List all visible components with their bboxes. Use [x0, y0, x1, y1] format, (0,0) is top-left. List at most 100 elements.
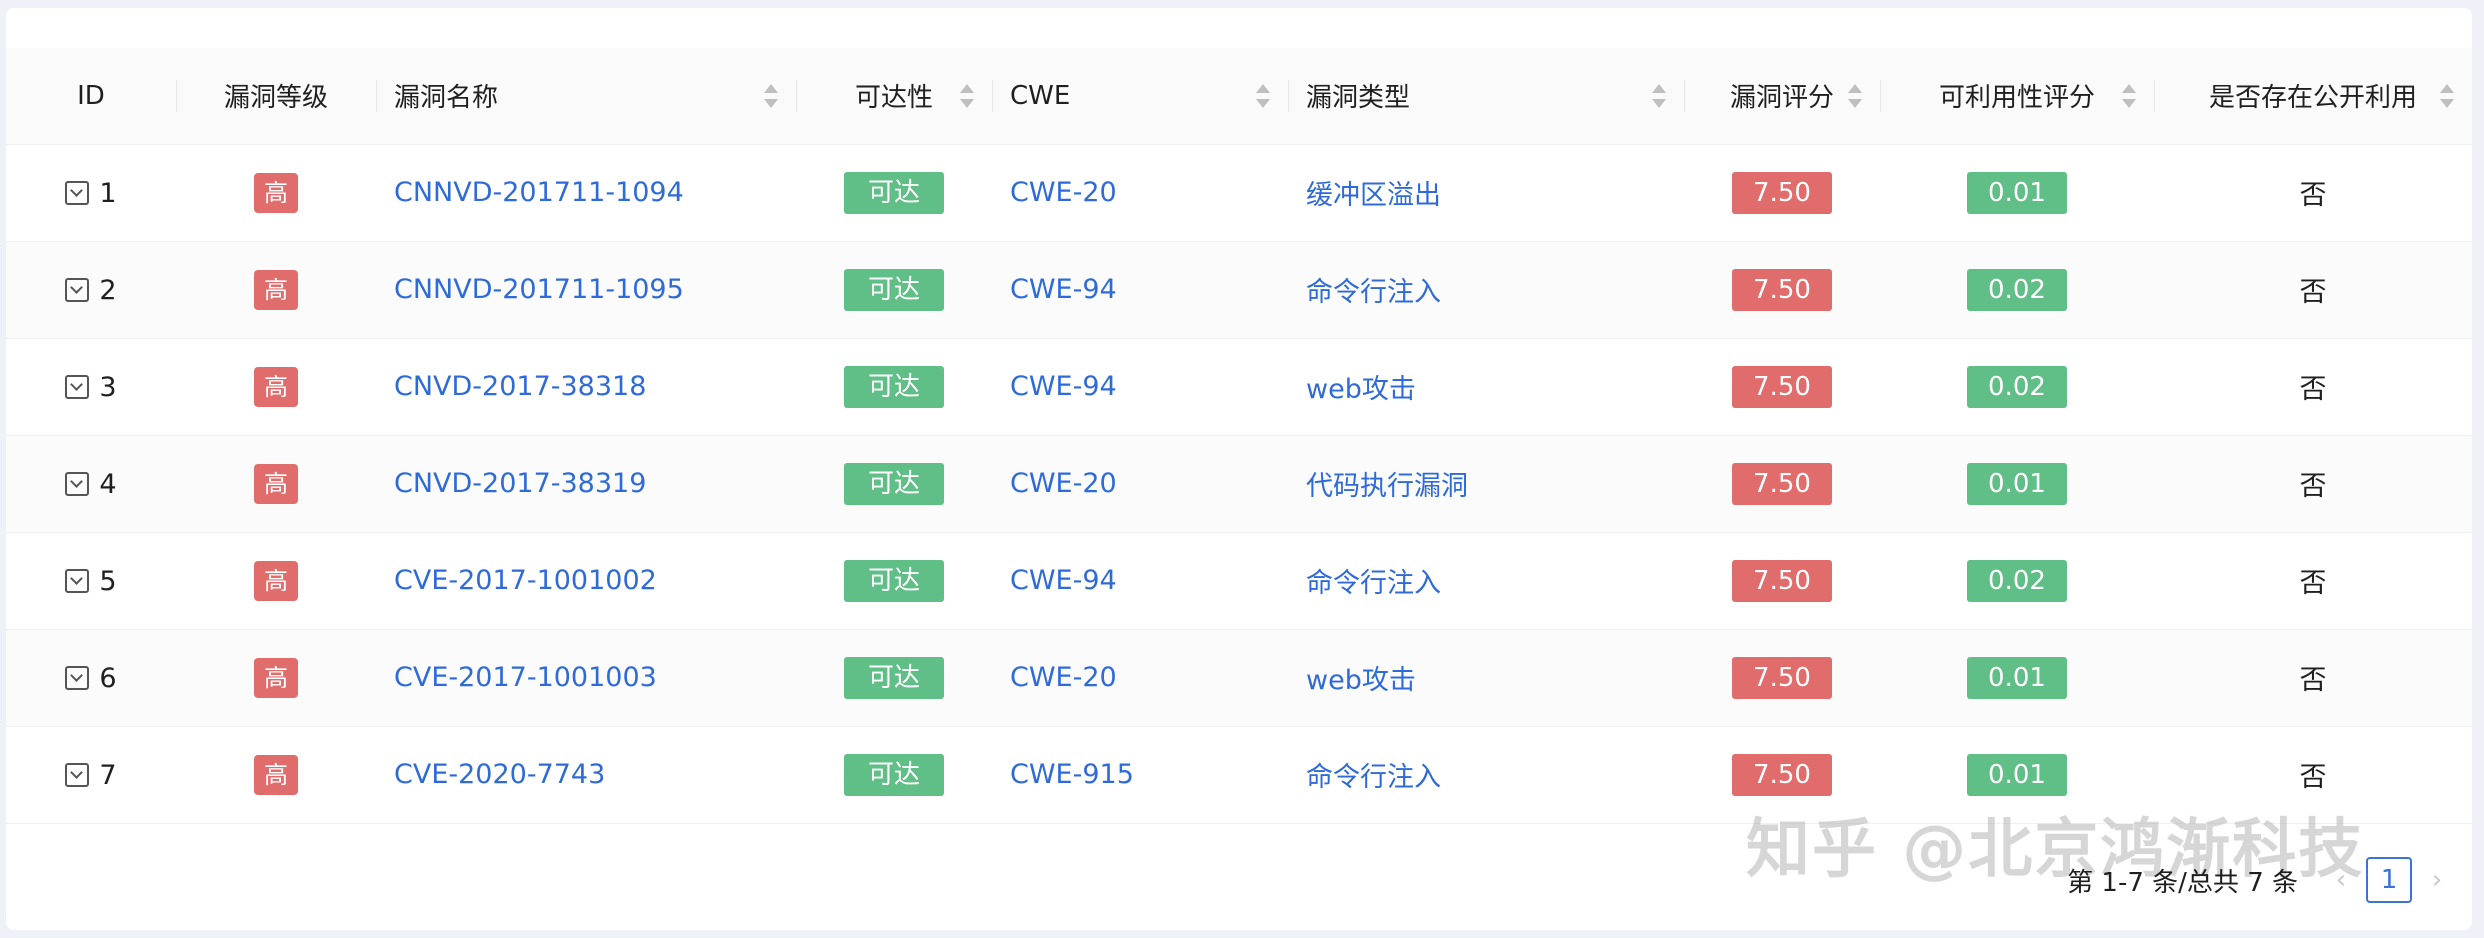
vuln-type-link[interactable]: web攻击	[1306, 374, 1416, 405]
cwe-link[interactable]: CWE-20	[1010, 662, 1117, 693]
sort-caret-icon[interactable]	[1256, 83, 1270, 108]
cwe-link[interactable]: CWE-915	[1010, 759, 1134, 790]
table-row: 5 高 CVE-2017-1001002 可达 CWE-94 命令行注入 7.5…	[6, 532, 2472, 629]
exploit-score-tag: 0.02	[1967, 559, 2067, 602]
next-page-icon[interactable]: ›	[2422, 865, 2452, 895]
expand-row-icon[interactable]	[65, 666, 90, 690]
vulnerability-table-card: ID 漏洞等级 漏洞名称 可达性 CWE 漏洞类型 漏洞评分 可利用性评分 是否…	[6, 8, 2472, 930]
sort-caret-icon[interactable]	[1848, 83, 1862, 108]
cell-exploit-score: 0.02	[1880, 532, 2154, 629]
level-badge: 高	[254, 269, 298, 310]
vuln-type-link[interactable]: 代码执行漏洞	[1306, 471, 1468, 502]
sort-caret-icon[interactable]	[960, 83, 974, 108]
vuln-name-link[interactable]: CVE-2020-7743	[394, 759, 605, 790]
vuln-name-link[interactable]: CNNVD-201711-1095	[394, 274, 684, 305]
sort-caret-icon[interactable]	[764, 83, 778, 108]
sort-caret-icon[interactable]	[2122, 83, 2136, 108]
level-badge: 高	[254, 754, 298, 795]
reach-tag: 可达	[844, 365, 944, 408]
column-header-public[interactable]: 是否存在公开利用	[2154, 48, 2472, 145]
column-header-score[interactable]: 漏洞评分	[1684, 48, 1880, 145]
cell-public: 否	[2299, 665, 2327, 696]
cell-exploit-score: 0.01	[1880, 435, 2154, 532]
sort-caret-icon[interactable]	[1652, 83, 1666, 108]
cell-level: 高	[176, 241, 376, 338]
cell-id: 1	[6, 144, 176, 241]
expand-row-icon[interactable]	[65, 472, 90, 496]
vuln-name-link[interactable]: CVE-2017-1001002	[394, 565, 657, 596]
cwe-link[interactable]: CWE-94	[1010, 274, 1117, 305]
vuln-type-link[interactable]: 命令行注入	[1306, 762, 1441, 793]
exploit-score-tag: 0.01	[1967, 753, 2067, 796]
cell-id: 5	[6, 532, 176, 629]
expand-row-icon[interactable]	[65, 375, 90, 399]
cell-name: CVE-2017-1001003	[376, 629, 796, 726]
cell-type: web攻击	[1288, 629, 1684, 726]
reach-tag: 可达	[844, 268, 944, 311]
cell-cwe: CWE-94	[992, 532, 1288, 629]
cwe-link[interactable]: CWE-20	[1010, 468, 1117, 499]
column-header-exploit-score[interactable]: 可利用性评分	[1880, 48, 2154, 145]
cell-score: 7.50	[1684, 241, 1880, 338]
cell-public: 否	[2299, 180, 2327, 211]
cell-cwe: CWE-94	[992, 338, 1288, 435]
cell-score: 7.50	[1684, 144, 1880, 241]
cell-reach: 可达	[796, 726, 992, 823]
cell-id: 4	[6, 435, 176, 532]
cell-score: 7.50	[1684, 532, 1880, 629]
column-header-id: ID	[6, 48, 176, 145]
cell-score: 7.50	[1684, 338, 1880, 435]
score-tag: 7.50	[1732, 268, 1832, 311]
level-badge: 高	[254, 560, 298, 601]
cell-exploit-score: 0.01	[1880, 144, 2154, 241]
vuln-name-link[interactable]: CNVD-2017-38318	[394, 371, 646, 402]
vuln-type-link[interactable]: 命令行注入	[1306, 277, 1441, 308]
vuln-type-link[interactable]: 缓冲区溢出	[1306, 180, 1441, 211]
column-header-cwe[interactable]: CWE	[992, 48, 1288, 145]
expand-row-icon[interactable]	[65, 763, 90, 787]
exploit-score-tag: 0.02	[1967, 268, 2067, 311]
reach-tag: 可达	[844, 462, 944, 505]
cell-public: 否	[2299, 277, 2327, 308]
column-header-reach[interactable]: 可达性	[796, 48, 992, 145]
cwe-link[interactable]: CWE-20	[1010, 177, 1117, 208]
expand-row-icon[interactable]	[65, 278, 90, 302]
cell-type: 命令行注入	[1288, 532, 1684, 629]
vuln-name-link[interactable]: CNNVD-201711-1094	[394, 177, 684, 208]
cell-level: 高	[176, 726, 376, 823]
cell-cwe: CWE-20	[992, 144, 1288, 241]
column-header-name[interactable]: 漏洞名称	[376, 48, 796, 145]
cell-name: CNNVD-201711-1095	[376, 241, 796, 338]
cell-exploit-score: 0.02	[1880, 338, 2154, 435]
vuln-type-link[interactable]: web攻击	[1306, 665, 1416, 696]
page-number-current[interactable]: 1	[2366, 857, 2412, 903]
pagination-total: 第 1-7 条/总共 7 条	[2067, 867, 2298, 898]
vuln-name-link[interactable]: CNVD-2017-38319	[394, 468, 646, 499]
exploit-score-tag: 0.01	[1967, 171, 2067, 214]
level-badge: 高	[254, 366, 298, 407]
vuln-type-link[interactable]: 命令行注入	[1306, 568, 1441, 599]
vulnerability-table: ID 漏洞等级 漏洞名称 可达性 CWE 漏洞类型 漏洞评分 可利用性评分 是否…	[6, 48, 2472, 824]
table-row: 1 高 CNNVD-201711-1094 可达 CWE-20 缓冲区溢出 7.…	[6, 144, 2472, 241]
exploit-score-tag: 0.01	[1967, 656, 2067, 699]
table-row: 6 高 CVE-2017-1001003 可达 CWE-20 web攻击 7.5…	[6, 629, 2472, 726]
expand-row-icon[interactable]	[65, 181, 90, 205]
cwe-link[interactable]: CWE-94	[1010, 565, 1117, 596]
column-header-type[interactable]: 漏洞类型	[1288, 48, 1684, 145]
expand-row-icon[interactable]	[65, 569, 90, 593]
cell-name: CNVD-2017-38319	[376, 435, 796, 532]
prev-page-icon[interactable]: ‹	[2326, 865, 2356, 895]
cell-type: 命令行注入	[1288, 241, 1684, 338]
table-row: 2 高 CNNVD-201711-1095 可达 CWE-94 命令行注入 7.…	[6, 241, 2472, 338]
level-badge: 高	[254, 463, 298, 504]
cell-public: 否	[2299, 374, 2327, 405]
cell-cwe: CWE-915	[992, 726, 1288, 823]
score-tag: 7.50	[1732, 462, 1832, 505]
exploit-score-tag: 0.01	[1967, 462, 2067, 505]
score-tag: 7.50	[1732, 171, 1832, 214]
cell-reach: 可达	[796, 338, 992, 435]
sort-caret-icon[interactable]	[2440, 83, 2454, 108]
vuln-name-link[interactable]: CVE-2017-1001003	[394, 662, 657, 693]
cwe-link[interactable]: CWE-94	[1010, 371, 1117, 402]
cell-level: 高	[176, 144, 376, 241]
